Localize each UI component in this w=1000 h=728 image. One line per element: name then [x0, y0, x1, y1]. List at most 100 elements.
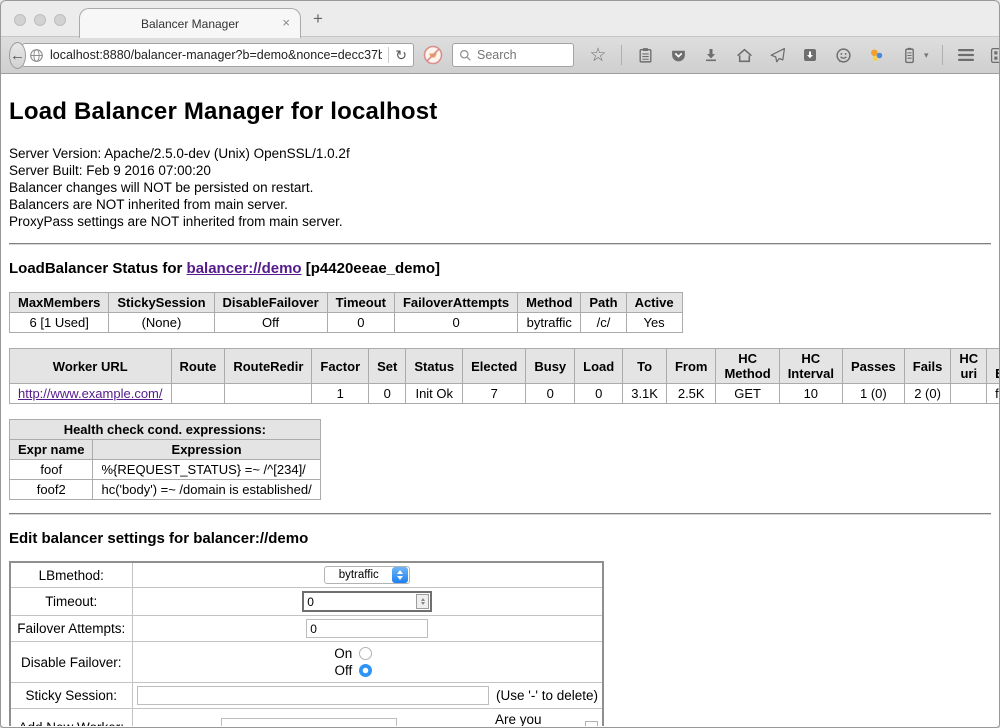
- timeout-input[interactable]: [304, 595, 416, 609]
- table-header-row: Worker URL Route RouteRedir Factor Set S…: [10, 349, 1000, 384]
- col-routeredir: RouteRedir: [225, 349, 312, 384]
- edit-balancer-form: LBmethod: bytraffic Timeout:: [9, 561, 604, 726]
- page-content: Load Balancer Manager for localhost Serv…: [1, 74, 999, 726]
- close-window-button[interactable]: [14, 14, 26, 26]
- are-you-sure-checkbox[interactable]: [585, 721, 598, 727]
- server-built-line: Server Built: Feb 9 2016 07:00:20: [9, 162, 991, 179]
- zoom-window-button[interactable]: [54, 14, 66, 26]
- inherit-note-line: Balancers are NOT inherited from main se…: [9, 196, 991, 213]
- new-tab-button[interactable]: +: [313, 9, 323, 29]
- disable-failover-label: Disable Failover:: [10, 642, 132, 683]
- table-row: foof2 hc('body') =~ /domain is establish…: [10, 480, 321, 500]
- server-version-line: Server Version: Apache/2.5.0-dev (Unix) …: [9, 145, 991, 162]
- pocket-icon[interactable]: [668, 45, 688, 65]
- col-elected: Elected: [463, 349, 526, 384]
- search-icon: [459, 49, 472, 62]
- lbmethod-selected-value: bytraffic: [325, 569, 392, 581]
- form-row-add-worker: Add New Worker: Are you sure?: [10, 709, 603, 727]
- url-divider: [388, 47, 389, 63]
- back-button[interactable]: ←: [9, 42, 26, 69]
- menu-hamburger-icon[interactable]: [956, 45, 976, 65]
- worker-url-link[interactable]: http://www.example.com/: [18, 386, 163, 401]
- failover-attempts-input[interactable]: [306, 619, 428, 638]
- col-maxmembers: MaxMembers: [10, 293, 109, 313]
- balancer-demo-link[interactable]: balancer://demo: [187, 260, 302, 277]
- cell-to: 3.1K: [623, 384, 667, 404]
- col-route: Route: [171, 349, 225, 384]
- chevron-down-icon[interactable]: ▾: [924, 50, 929, 61]
- download-icon[interactable]: [701, 45, 721, 65]
- col-busy: Busy: [526, 349, 575, 384]
- cell-status: Init Ok: [406, 384, 463, 404]
- radio-on[interactable]: [359, 647, 372, 660]
- cell-hc-expr: foof2: [987, 384, 999, 404]
- tab-close-icon[interactable]: ×: [282, 15, 290, 30]
- cell-busy: 0: [526, 384, 575, 404]
- are-you-sure-label: Are you sure?: [495, 712, 576, 726]
- col-factor: Factor: [312, 349, 369, 384]
- window-controls: [14, 14, 66, 26]
- save-to-device-icon[interactable]: [800, 45, 820, 65]
- worker-table: Worker URL Route RouteRedir Factor Set S…: [9, 348, 999, 404]
- col-expression: Expression: [93, 440, 320, 460]
- toolbar-buttons: ☆: [588, 45, 1000, 65]
- col-to: To: [623, 349, 667, 384]
- cell-failoverattempts: 0: [394, 313, 517, 333]
- bookmark-star-icon[interactable]: ☆: [588, 45, 608, 65]
- home-icon[interactable]: [734, 45, 754, 65]
- radio-off-label: Off: [137, 663, 360, 678]
- battery-clipboard-icon[interactable]: [899, 45, 919, 65]
- search-bar[interactable]: [452, 43, 574, 67]
- cell-expr-name: foof2: [10, 480, 93, 500]
- cell-from: 2.5K: [666, 384, 716, 404]
- col-load: Load: [575, 349, 623, 384]
- col-stickysession: StickySession: [109, 293, 214, 313]
- tab-grid-icon[interactable]: [989, 45, 1000, 65]
- table-row: 6 [1 Used] (None) Off 0 0 bytraffic /c/ …: [10, 313, 683, 333]
- cell-timeout: 0: [327, 313, 394, 333]
- cell-factor: 1: [312, 384, 369, 404]
- health-check-table: Health check cond. expressions: Expr nam…: [9, 419, 321, 500]
- search-input[interactable]: [477, 48, 567, 62]
- cell-fails: 2 (0): [904, 384, 951, 404]
- radio-on-row: On: [137, 645, 599, 662]
- col-timeout: Timeout: [327, 293, 394, 313]
- clipboard-icon[interactable]: [635, 45, 655, 65]
- status-heading: LoadBalancer Status for balancer://demo …: [9, 260, 991, 277]
- edit-settings-heading: Edit balancer settings for balancer://de…: [9, 530, 991, 547]
- select-stepper-icon: [392, 567, 408, 583]
- chat-smiley-icon[interactable]: [833, 45, 853, 65]
- radio-off[interactable]: [359, 664, 372, 677]
- server-info: Server Version: Apache/2.5.0-dev (Unix) …: [9, 145, 991, 230]
- radio-off-row: Off: [137, 662, 599, 679]
- minimize-window-button[interactable]: [34, 14, 46, 26]
- cell-hc-method: GET: [716, 384, 779, 404]
- cell-set: 0: [369, 384, 406, 404]
- lbmethod-select[interactable]: bytraffic: [324, 566, 410, 584]
- sticky-session-input[interactable]: [137, 686, 489, 705]
- health-table-caption: Health check cond. expressions:: [10, 420, 321, 440]
- cell-active: Yes: [626, 313, 682, 333]
- number-spinner-icon[interactable]: [416, 594, 429, 609]
- divider: [9, 513, 991, 515]
- col-hc-method: HC Method: [716, 349, 779, 384]
- cell-routeredir: [225, 384, 312, 404]
- reload-icon[interactable]: ↻: [395, 47, 407, 64]
- col-method: Method: [518, 293, 581, 313]
- add-worker-input[interactable]: [221, 718, 397, 727]
- col-expr-name: Expr name: [10, 440, 93, 460]
- col-hc-interval: HC Interval: [779, 349, 842, 384]
- colored-dots-extension-icon[interactable]: [866, 45, 886, 65]
- send-plane-icon[interactable]: [767, 45, 787, 65]
- form-row-lbmethod: LBmethod: bytraffic: [10, 562, 603, 588]
- tab-title: Balancer Manager: [141, 17, 239, 31]
- sticky-hint: (Use '-' to delete): [496, 688, 598, 703]
- url-text[interactable]: localhost:8880/balancer-manager?b=demo&n…: [50, 48, 382, 62]
- col-path: Path: [581, 293, 626, 313]
- form-row-timeout: Timeout:: [10, 588, 603, 616]
- tab-balancer-manager[interactable]: Balancer Manager ×: [79, 8, 301, 38]
- url-bar[interactable]: localhost:8880/balancer-manager?b=demo&n…: [22, 43, 414, 67]
- table-header-row: MaxMembers StickySession DisableFailover…: [10, 293, 683, 313]
- adblock-icon[interactable]: [422, 44, 444, 66]
- toolbar-separator: [621, 45, 622, 65]
